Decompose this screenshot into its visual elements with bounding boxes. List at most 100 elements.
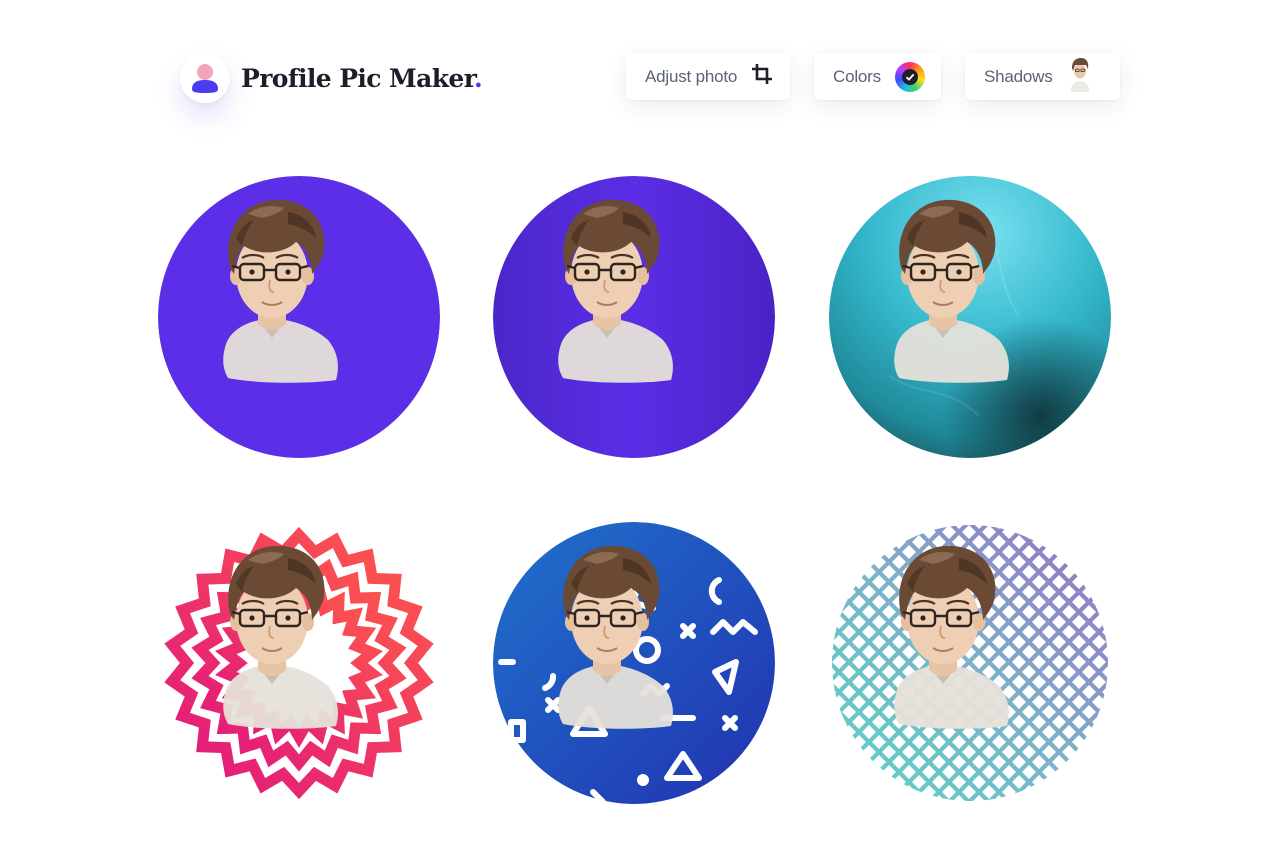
lattice-gap [892,795,906,804]
preview-teal-texture[interactable] [829,176,1111,458]
lattice-gap [1092,555,1106,569]
lattice-gap [832,735,846,749]
lattice-gap [1012,522,1026,529]
lattice-gap [862,765,876,779]
lattice-gap [832,535,846,549]
lattice-gap [1082,525,1096,539]
lattice-gap [912,795,926,804]
lattice-gap [1092,575,1106,589]
lattice-gap [1052,535,1066,549]
lattice-gap [1102,765,1111,779]
lattice-gap [1062,525,1076,539]
lattice-gap [882,785,896,799]
brand-dot: . [474,63,483,93]
lattice-gap [892,522,906,529]
lattice-gap [829,705,836,719]
preview-zigzag-rings[interactable] [158,522,440,804]
lattice-gap [1072,775,1086,789]
lattice-gap [862,785,876,799]
lattice-gap [872,795,886,804]
lattice-gap [1092,795,1106,804]
lattice-gap [1102,525,1111,539]
lattice-gap [842,565,856,579]
crop-icon [751,63,773,90]
user-avatar-icon [180,53,230,103]
lattice-gap [862,545,876,559]
lattice-gap [1082,545,1096,559]
lattice-gap [1102,565,1111,579]
lattice-gap [852,755,866,769]
lattice-gap [1092,522,1106,529]
preview-solid-purple[interactable] [158,176,440,458]
lattice-gap [842,765,856,779]
brand-logo[interactable]: Profile Pic Maker. [180,53,483,103]
lattice-gap [852,555,866,569]
lattice-gap [829,785,836,799]
lattice-gap [872,775,886,789]
lattice-gap [1072,555,1086,569]
adjust-photo-button[interactable]: Adjust photo [626,53,790,100]
lattice-gap [829,545,836,559]
lattice-gap [882,525,896,539]
lattice-gap [1052,522,1066,529]
preview-memphis-pattern[interactable] [493,522,775,804]
lattice-gap [832,522,846,529]
lattice-gap [829,725,836,739]
lattice-gap [829,565,836,579]
lattice-gap [1082,765,1096,779]
lattice-gap [829,525,836,539]
lattice-gap [1102,545,1111,559]
lattice-gap [1092,735,1106,749]
lattice-gap [1102,605,1111,619]
lattice-gap [829,765,836,779]
lattice-gap [862,525,876,539]
lattice-gap [1092,775,1106,789]
shadows-label: Shadows [984,66,1053,86]
lattice-gap [829,745,836,759]
lattice-gap [1102,745,1111,759]
lattice-gap [872,535,886,549]
color-wheel-icon [894,61,925,92]
lattice-gap [872,522,886,529]
preview-grid [158,176,1111,804]
lattice-gap [832,795,846,804]
colors-button[interactable]: Colors [814,53,941,100]
lattice-gap [1092,755,1106,769]
lattice-gap [842,745,856,759]
lattice-gap [832,555,846,569]
lattice-gap [1072,795,1086,804]
preview-diamond-pattern[interactable] [829,522,1111,804]
lattice-gap [842,525,856,539]
lattice-gap [852,775,866,789]
brand-name: Profile Pic Maker. [241,63,483,93]
lattice-gap [832,775,846,789]
lattice-gap [1082,785,1096,799]
lattice-gap [829,585,836,599]
lattice-gap [1072,535,1086,549]
shadows-button[interactable]: Shadows [965,53,1120,100]
lattice-gap [1042,525,1056,539]
lattice-gap [912,522,926,529]
lattice-gap [1082,745,1096,759]
lattice-gap [852,522,866,529]
lattice-gap [1062,785,1076,799]
profile-pic-maker-page: Profile Pic Maker. Adjust photo Colors S… [0,0,1280,854]
lattice-gap [1082,565,1096,579]
lattice-gap [1042,785,1056,799]
lattice-gap [1052,795,1066,804]
lattice-gap [1062,545,1076,559]
person-thumbnail-icon [1067,56,1093,97]
lattice-gap [1052,775,1066,789]
lattice-gap [842,545,856,559]
adjust-photo-label: Adjust photo [645,66,738,86]
lattice-gap [852,535,866,549]
lattice-gap [1102,725,1111,739]
lattice-gap [852,795,866,804]
lattice-gap [1032,522,1046,529]
lattice-gap [1032,795,1046,804]
preview-gradient-purple[interactable] [493,176,775,458]
lattice-gap [1102,585,1111,599]
lattice-gap [832,575,846,589]
lattice-gap [842,785,856,799]
lattice-gap [829,605,836,619]
